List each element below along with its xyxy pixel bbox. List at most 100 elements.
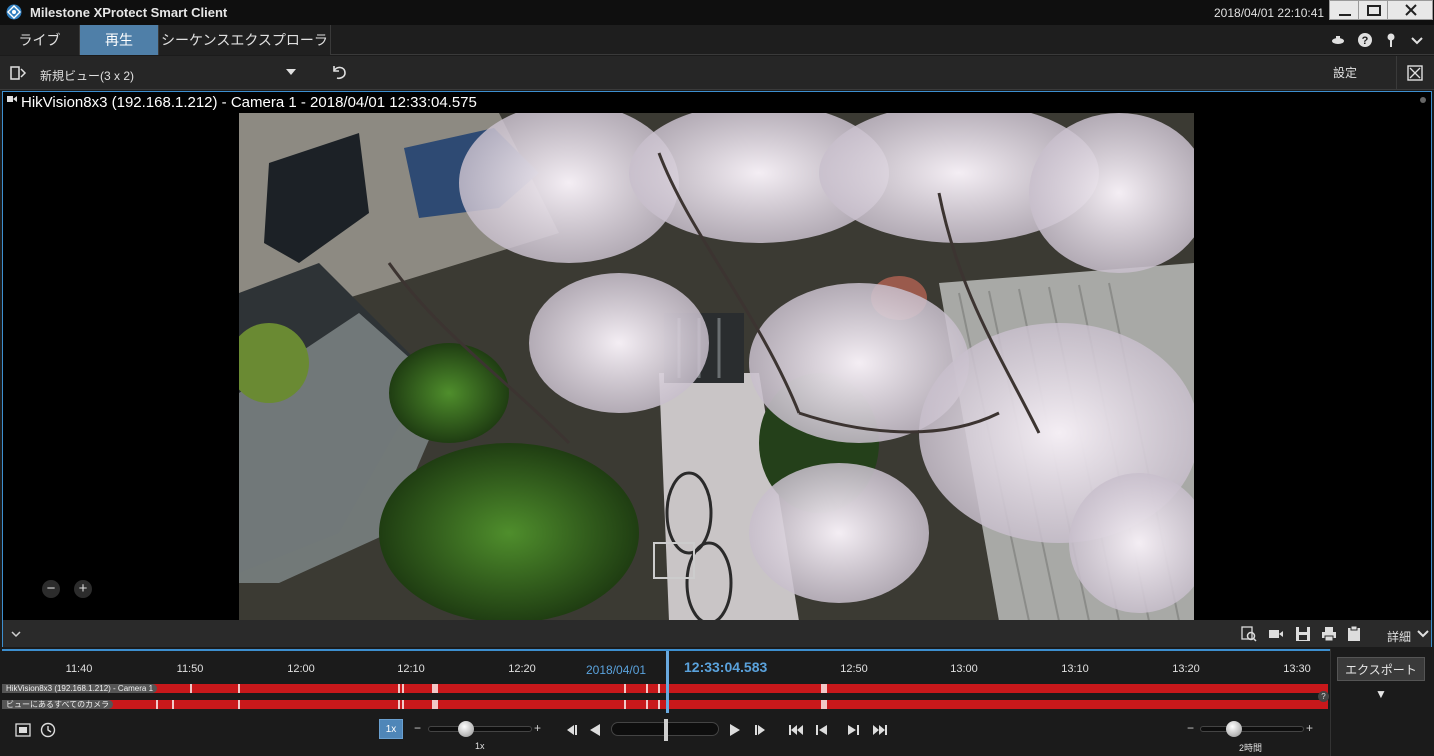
maximize-button[interactable] <box>1358 0 1388 20</box>
speed-slider-knob[interactable] <box>458 721 474 737</box>
minimize-button[interactable] <box>1329 0 1359 20</box>
close-icon <box>1405 4 1417 16</box>
toolbar-divider <box>1396 56 1397 90</box>
view-selector[interactable]: 新規ビュー(3 x 2) <box>40 67 134 84</box>
last-sequence-icon[interactable] <box>872 724 888 736</box>
speed-decrease-button[interactable]: − <box>414 721 421 735</box>
zoom-in-button[interactable]: + <box>74 580 92 598</box>
close-button[interactable] <box>1387 0 1433 20</box>
details-chevron-icon[interactable] <box>1417 629 1429 639</box>
motion-marker <box>238 684 240 693</box>
track-label-all-cameras: ビューにあるすべてのカメラ <box>2 700 114 709</box>
search-video-icon[interactable] <box>1241 626 1257 642</box>
motion-marker <box>156 700 158 709</box>
tick-label: 12:20 <box>508 663 536 675</box>
recording-track-camera1[interactable] <box>2 684 1328 693</box>
playback-controls: 1x − + 1x − + 2時間 <box>0 713 1330 756</box>
print-icon[interactable] <box>1321 626 1337 642</box>
zoom-out-button[interactable]: − <box>42 580 60 598</box>
jog-shuttle-handle[interactable] <box>664 719 668 741</box>
previous-sequence-icon[interactable] <box>815 724 829 736</box>
tick-label: 13:10 <box>1061 663 1089 675</box>
svg-text:?: ? <box>1362 35 1369 47</box>
camera-indicator-icon <box>7 96 17 102</box>
view-dropdown-icon[interactable] <box>286 68 296 76</box>
tick-label: 12:50 <box>840 663 868 675</box>
workspace-tabs: ライブ 再生 シーケンスエクスプローラ <box>0 25 1434 55</box>
motion-marker <box>624 700 626 709</box>
system-clock: 2018/04/01 22:10:41 <box>1214 6 1325 20</box>
pane-toggle-icon[interactable] <box>10 65 28 81</box>
video-camera-icon[interactable] <box>1268 627 1284 641</box>
speed-label: 1x <box>475 741 485 751</box>
details-toggle[interactable]: 詳細 <box>1387 628 1411 645</box>
motion-marker <box>432 684 438 693</box>
maximize-icon <box>1367 5 1381 16</box>
key-icon[interactable] <box>1383 32 1399 48</box>
speed-reset-button[interactable]: 1x <box>379 719 403 739</box>
timespan-slider-knob[interactable] <box>1226 721 1242 737</box>
connection-status-icon[interactable] <box>1330 32 1346 48</box>
milestone-logo-icon <box>6 4 22 20</box>
motion-marker <box>432 700 438 709</box>
clipboard-icon[interactable] <box>1347 625 1361 642</box>
speed-slider[interactable] <box>428 726 532 732</box>
tick-label: 11:50 <box>176 663 204 675</box>
play-forward-icon[interactable] <box>728 723 742 737</box>
tick-label: 13:20 <box>1172 663 1200 675</box>
play-reverse-icon[interactable] <box>588 723 602 737</box>
motion-marker <box>821 700 827 709</box>
export-button[interactable]: エクスポート ▼ <box>1337 657 1425 701</box>
previous-frame-icon[interactable] <box>564 724 578 736</box>
timespan-label: 2時間 <box>1239 743 1263 753</box>
motion-marker <box>402 700 404 709</box>
next-frame-icon[interactable] <box>754 724 768 736</box>
camera-title: HikVision8x3 (192.168.1.212) - Camera 1 … <box>21 94 477 111</box>
motion-marker <box>658 684 660 693</box>
tab-live[interactable]: ライブ <box>0 25 80 55</box>
chevron-down-icon[interactable] <box>1409 32 1425 48</box>
motion-marker <box>398 684 400 693</box>
motion-marker <box>646 700 648 709</box>
help-icon[interactable]: ? <box>1357 32 1373 48</box>
timeline[interactable]: 11:40 11:50 12:00 12:10 12:20 12:50 13:0… <box>2 649 1330 715</box>
capture-frame-icon[interactable] <box>15 723 31 737</box>
first-sequence-icon[interactable] <box>788 724 804 736</box>
timespan-increase-button[interactable]: + <box>1306 721 1313 735</box>
collapse-chevron-icon[interactable] <box>11 630 21 638</box>
timespan-decrease-button[interactable]: − <box>1187 721 1194 735</box>
motion-marker <box>190 684 192 693</box>
speed-increase-button[interactable]: + <box>534 721 541 735</box>
settings-button[interactable]: 設定 <box>1322 60 1368 86</box>
timespan-slider[interactable] <box>1200 726 1304 732</box>
tab-sequence-explorer[interactable]: シーケンスエクスプローラ <box>159 25 331 55</box>
timeline-playhead[interactable] <box>666 651 669 715</box>
app-title: Milestone XProtect Smart Client <box>30 5 228 20</box>
recording-track-all-cameras[interactable] <box>2 700 1328 709</box>
next-sequence-icon[interactable] <box>846 724 860 736</box>
view-toolbar: 新規ビュー(3 x 2) 設定 <box>0 56 1434 90</box>
title-bar: Milestone XProtect Smart Client 2018/04/… <box>0 0 1434 25</box>
minimize-icon <box>1339 14 1351 16</box>
camera-view-pane[interactable]: HikVision8x3 (192.168.1.212) - Camera 1 … <box>2 91 1432 647</box>
motion-marker <box>624 684 626 693</box>
fullscreen-icon[interactable] <box>1407 65 1423 81</box>
save-icon[interactable] <box>1295 626 1311 642</box>
tick-label: 11:40 <box>65 663 93 675</box>
track-label-camera1: HikVision8x3 (192.168.1.212) - Camera 1 <box>2 684 158 693</box>
undo-view-icon[interactable] <box>330 63 348 81</box>
camera-video-frame[interactable] <box>239 113 1194 621</box>
timeline-help-badge[interactable]: ? <box>1318 691 1329 702</box>
tick-label: 12:00 <box>287 663 315 675</box>
timeline-current-time: 12:33:04.583 <box>684 659 768 675</box>
pane-status-dot <box>1420 97 1426 103</box>
motion-marker <box>172 700 174 709</box>
motion-marker <box>398 700 400 709</box>
motion-marker <box>238 700 240 709</box>
clock-icon[interactable] <box>40 722 56 738</box>
tick-label: 13:00 <box>950 663 978 675</box>
motion-marker <box>402 684 404 693</box>
camera-toolbar: 詳細 <box>3 620 1431 647</box>
tab-playback[interactable]: 再生 <box>80 25 159 55</box>
tick-label: 12:10 <box>397 663 425 675</box>
